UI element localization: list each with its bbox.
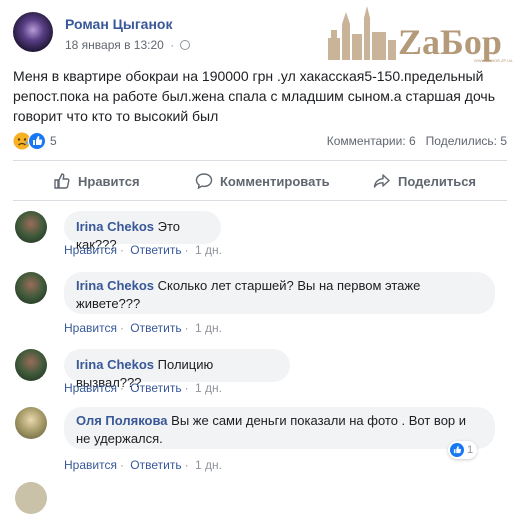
comment-time[interactable]: 1 дн. [195,321,222,335]
comment-button[interactable]: Комментировать [195,164,330,198]
comment-icon [195,173,213,190]
comment-label: Комментировать [220,173,330,189]
commenter-avatar[interactable] [15,211,47,243]
svg-text:WWW.ZABOR.ZP.UA: WWW.ZABOR.ZP.UA [474,58,513,63]
post-text: Меня в квартире обокраи на 190000 грн .у… [13,68,496,124]
globe-icon [180,40,191,50]
comment-likes-count: 1 [467,444,474,456]
post-date[interactable]: 18 января в 13:20 [65,38,164,52]
comment-bubble: Оля Полякова Вы же сами деньги показали … [64,407,495,449]
post-stats: 5 Комментарии: 6 Поделились: 5 [13,131,507,151]
share-label: Поделиться [398,173,477,189]
commenter-avatar[interactable] [15,482,47,514]
comment-reply-link[interactable]: Ответить [130,243,181,257]
author-avatar[interactable] [13,12,53,52]
commenter-name[interactable]: Irina Chekos [76,219,154,234]
like-label: Нравится [78,173,140,189]
comment-reply-link[interactable]: Ответить [130,381,181,395]
comment-actions: Нравится · Ответить · 1 дн. [64,381,222,395]
post-author[interactable]: Роман Цыганок [65,16,172,32]
reaction-count[interactable]: 5 [50,134,57,148]
comment-reply-link[interactable]: Ответить [130,458,181,472]
divider [13,200,507,201]
comment-actions: Нравится · Ответить · 1 дн. [64,321,222,335]
stats-right: Комментарии: 6 Поделились: 5 [327,134,507,148]
share-icon [373,174,390,188]
comment-like-link[interactable]: Нравится [64,458,117,472]
comments-count[interactable]: Комментарии: 6 [327,134,416,148]
commenter-name[interactable]: Irina Chekos [76,357,154,372]
like-button[interactable]: Нравится [53,164,140,198]
shares-count[interactable]: Поделились: 5 [426,134,507,148]
comment-actions: Нравится · Ответить · 1 дн. [64,458,222,472]
divider [13,160,507,161]
watermark-text: ZaБор [398,22,502,62]
commenter-avatar[interactable] [15,407,47,439]
comment-reply-link[interactable]: Ответить [130,321,181,335]
commenter-name[interactable]: Оля Полякова [76,413,168,428]
thumbs-up-icon [54,173,70,189]
comment-likes-badge[interactable]: 1 [448,441,478,459]
watermark-logo: ZaБор WWW.ZABOR.ZP.UA [328,6,513,63]
comment-bubble: Irina Chekos Сколько лет старшей? Вы на … [64,272,495,314]
commenter-avatar[interactable] [15,349,47,381]
like-reaction-icon [450,443,464,457]
comment-actions: Нравится · Ответить · 1 дн. [64,243,222,257]
comment-like-link[interactable]: Нравится [64,381,117,395]
comment-time[interactable]: 1 дн. [195,243,222,257]
commenter-name[interactable]: Irina Chekos [76,278,154,293]
share-button[interactable]: Поделиться [373,164,476,198]
post-actions: Нравится Комментировать Поделиться [13,164,507,198]
comment-time[interactable]: 1 дн. [195,381,222,395]
comment-bubble: Irina Chekos Это как??? [64,211,221,252]
like-reaction-icon[interactable] [28,132,46,150]
comment-like-link[interactable]: Нравится [64,243,117,257]
comment-time[interactable]: 1 дн. [195,458,222,472]
comment-like-link[interactable]: Нравится [64,321,117,335]
post-meta: 18 января в 13:20 · [65,38,191,52]
commenter-avatar[interactable] [15,272,47,304]
comment-bubble: Irina Chekos Полицию вызвал??? [64,349,290,390]
